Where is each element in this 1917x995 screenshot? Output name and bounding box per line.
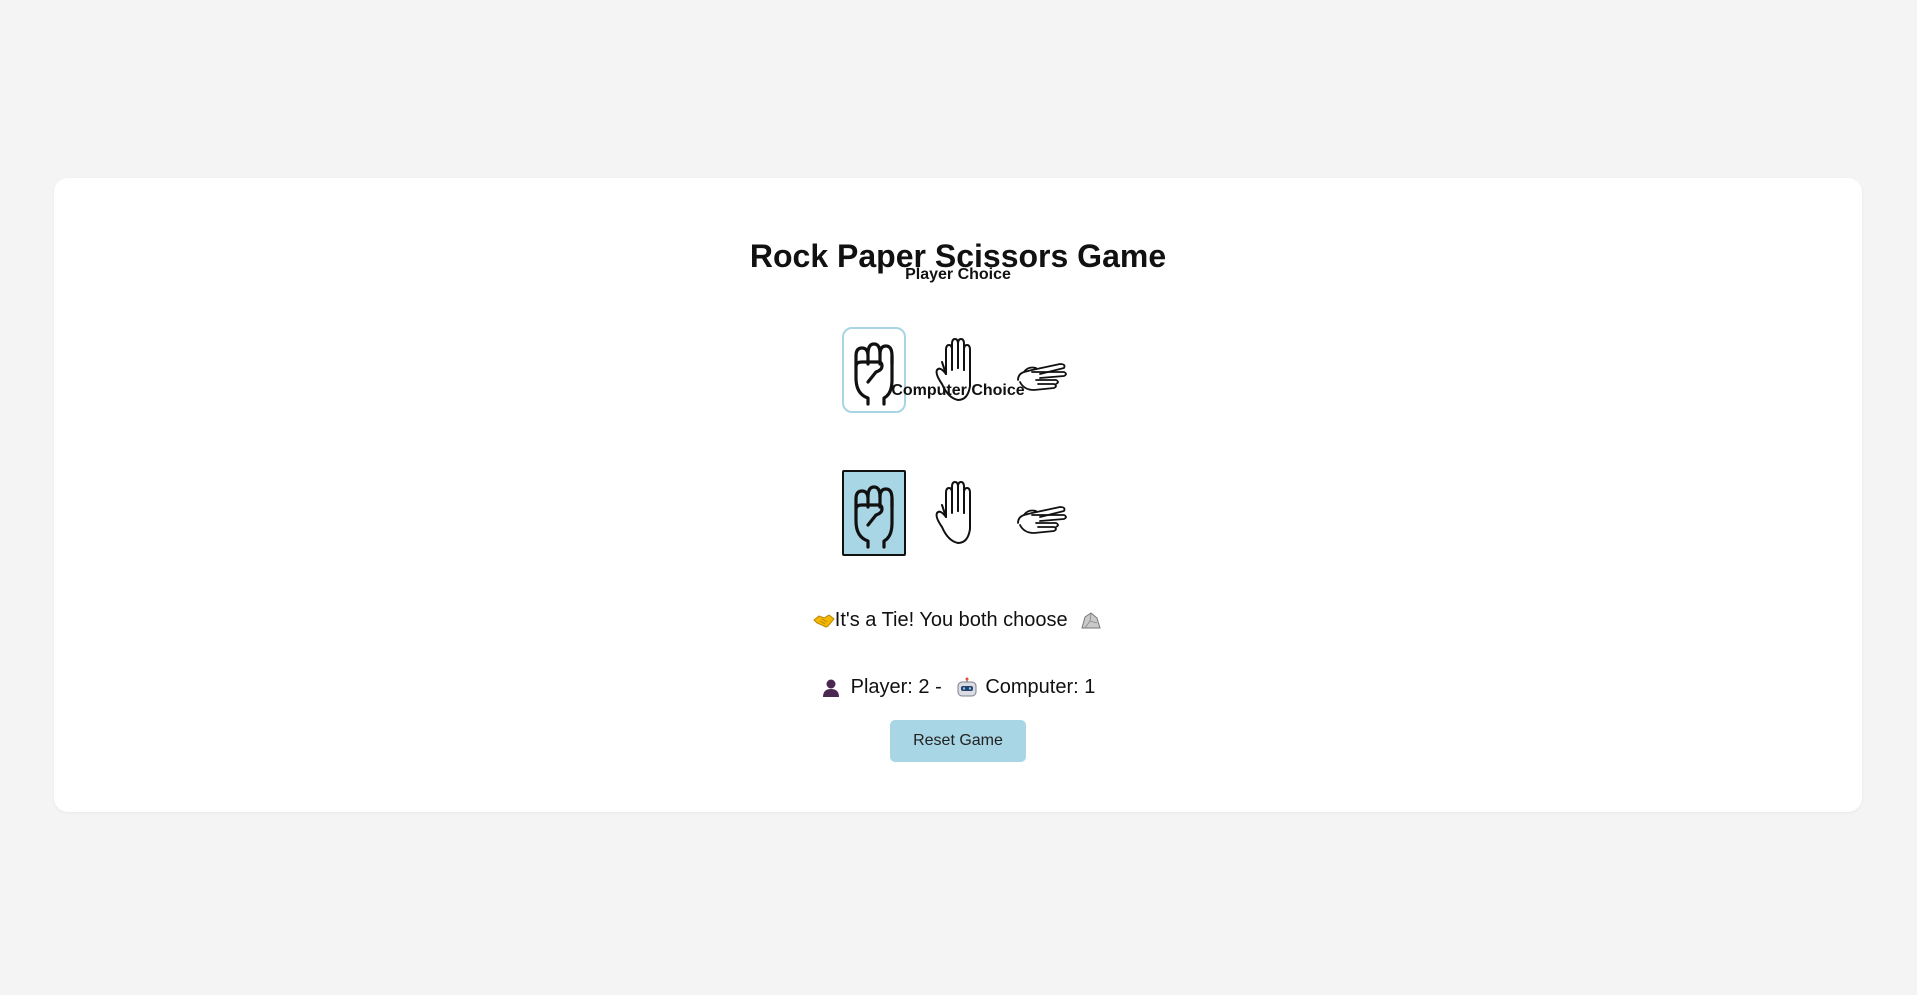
player-choice-label: Player Choice xyxy=(905,266,1011,283)
result-text: It's a Tie! You both choose xyxy=(834,609,1068,631)
rock-icon xyxy=(1081,612,1101,629)
reset-game-button[interactable]: Reset Game xyxy=(890,720,1026,762)
computer-score: Computer: 1 xyxy=(985,676,1096,698)
scoreboard: Player: 2 - Computer: 1 xyxy=(54,676,1862,699)
player-score: Player: 2 - xyxy=(850,676,942,698)
player-scissors-button[interactable] xyxy=(1010,327,1074,413)
user-icon xyxy=(822,679,839,697)
computer-scissors-choice xyxy=(1010,470,1074,556)
computer-choices xyxy=(54,470,1862,556)
fist-icon xyxy=(854,485,894,549)
handshake-icon xyxy=(813,614,835,628)
player-paper-button[interactable] xyxy=(926,327,990,413)
result-message: It's a Tie! You both choose xyxy=(54,609,1862,632)
open-hand-icon xyxy=(935,481,971,544)
computer-rock-choice xyxy=(842,470,906,556)
victory-hand-icon xyxy=(1017,506,1067,534)
robot-icon xyxy=(957,677,977,697)
game-card: Rock Paper Scissors Game Player Choice C… xyxy=(54,178,1862,812)
player-choices xyxy=(54,327,1862,413)
computer-choice-label: Computer Choice xyxy=(891,382,1025,399)
computer-paper-choice xyxy=(926,470,990,556)
player-rock-button[interactable] xyxy=(842,327,906,413)
